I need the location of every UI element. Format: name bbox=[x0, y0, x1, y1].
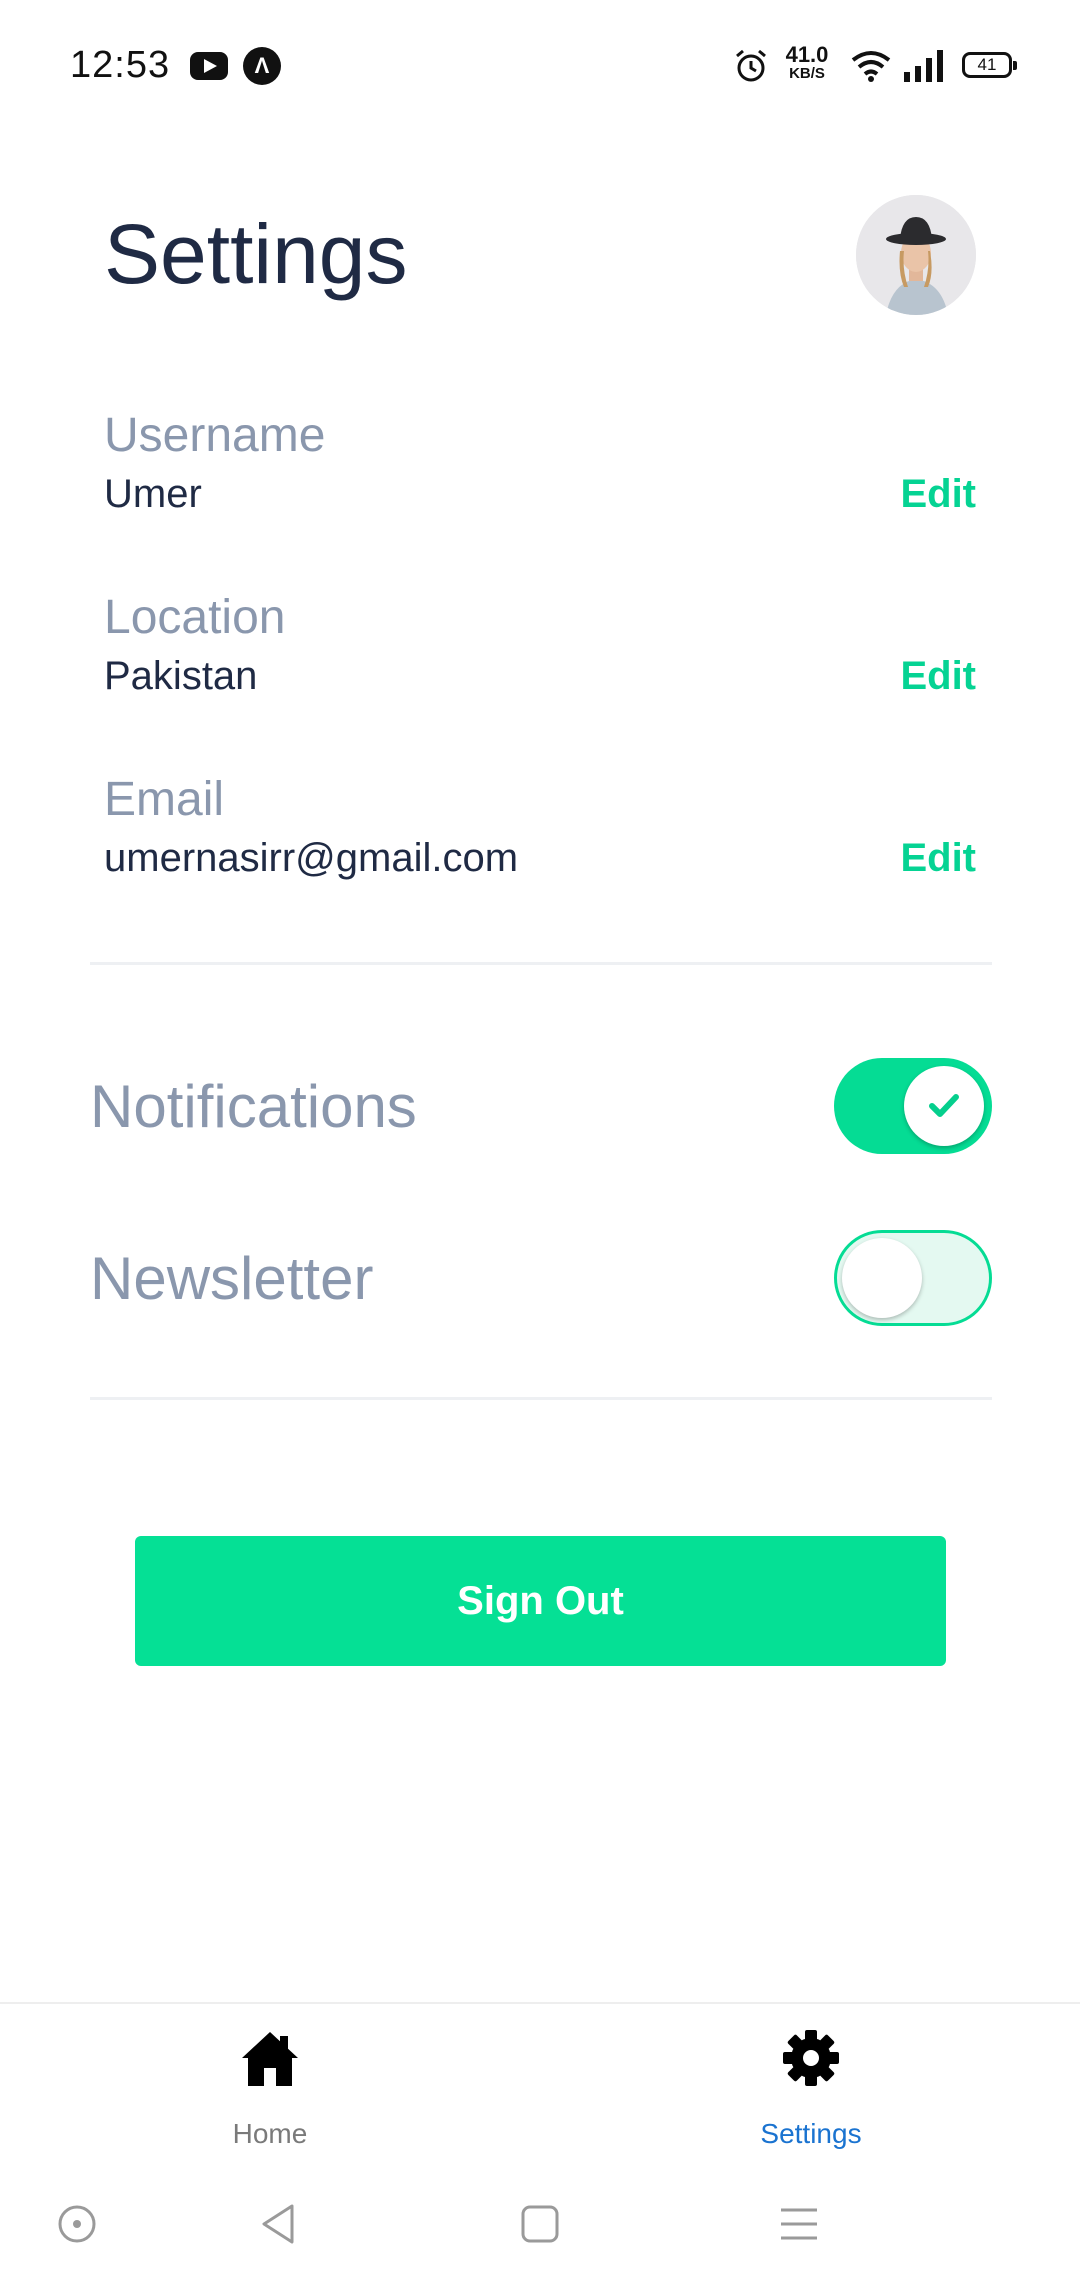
notifications-toggle[interactable] bbox=[834, 1058, 992, 1154]
edit-location-button[interactable]: Edit bbox=[900, 654, 976, 699]
field-value: Umer bbox=[104, 472, 202, 516]
newsletter-toggle[interactable] bbox=[834, 1230, 992, 1326]
notifications-label: Notifications bbox=[90, 1073, 417, 1140]
network-speed: 41.0 KB/S bbox=[780, 44, 834, 82]
field-label: Location bbox=[104, 591, 286, 644]
edit-email-button[interactable]: Edit bbox=[900, 836, 976, 881]
status-time: 12:53 bbox=[70, 44, 171, 86]
bottom-tab-bar: Home Settings bbox=[0, 2002, 1080, 2172]
divider bbox=[90, 962, 992, 965]
field-email: Email umernasirr@gmail.com Edit bbox=[104, 772, 976, 892]
back-icon[interactable] bbox=[250, 2194, 310, 2254]
notifications-row: Notifications bbox=[90, 1054, 992, 1154]
toggle-knob bbox=[904, 1066, 984, 1146]
field-username: Username Umer Edit bbox=[104, 408, 976, 528]
toggle-knob bbox=[842, 1238, 922, 1318]
gear-icon bbox=[783, 2030, 839, 2086]
check-icon bbox=[929, 1094, 959, 1117]
tab-settings[interactable]: Settings bbox=[661, 2004, 961, 2174]
field-location: Location Pakistan Edit bbox=[104, 590, 976, 710]
system-navigation-bar bbox=[0, 2172, 1080, 2280]
field-value: Pakistan bbox=[104, 654, 258, 698]
signal-icon bbox=[904, 50, 943, 82]
tab-settings-label: Settings bbox=[760, 2118, 862, 2149]
avatar-image bbox=[856, 195, 976, 315]
field-value: umernasirr@gmail.com bbox=[104, 836, 519, 880]
alarm-icon bbox=[736, 49, 766, 82]
field-label: Username bbox=[104, 409, 326, 462]
field-label: Email bbox=[104, 773, 225, 826]
assistant-icon[interactable] bbox=[47, 2194, 107, 2254]
divider bbox=[90, 1397, 992, 1400]
wifi-icon bbox=[851, 51, 891, 82]
home-icon bbox=[242, 2032, 298, 2086]
status-bar: 12:53 Λ 41.0 KB/S 41 bbox=[0, 0, 1080, 130]
edit-username-button[interactable]: Edit bbox=[900, 472, 976, 517]
sign-out-button[interactable]: Sign Out bbox=[135, 1536, 946, 1666]
menu-icon[interactable] bbox=[769, 2194, 829, 2254]
network-speed-value: 41.0 bbox=[785, 42, 829, 67]
youtube-icon bbox=[190, 52, 228, 80]
avatar[interactable] bbox=[856, 195, 976, 315]
newsletter-row: Newsletter bbox=[90, 1226, 992, 1326]
home-square-icon[interactable] bbox=[510, 2194, 570, 2254]
network-speed-unit: KB/S bbox=[789, 65, 825, 82]
a-icon: Λ bbox=[243, 47, 281, 85]
tab-home[interactable]: Home bbox=[120, 2004, 420, 2174]
page-title: Settings bbox=[104, 207, 408, 301]
tab-home-label: Home bbox=[232, 2118, 308, 2149]
newsletter-label: Newsletter bbox=[90, 1245, 374, 1312]
battery-icon: 41 bbox=[962, 52, 1017, 78]
